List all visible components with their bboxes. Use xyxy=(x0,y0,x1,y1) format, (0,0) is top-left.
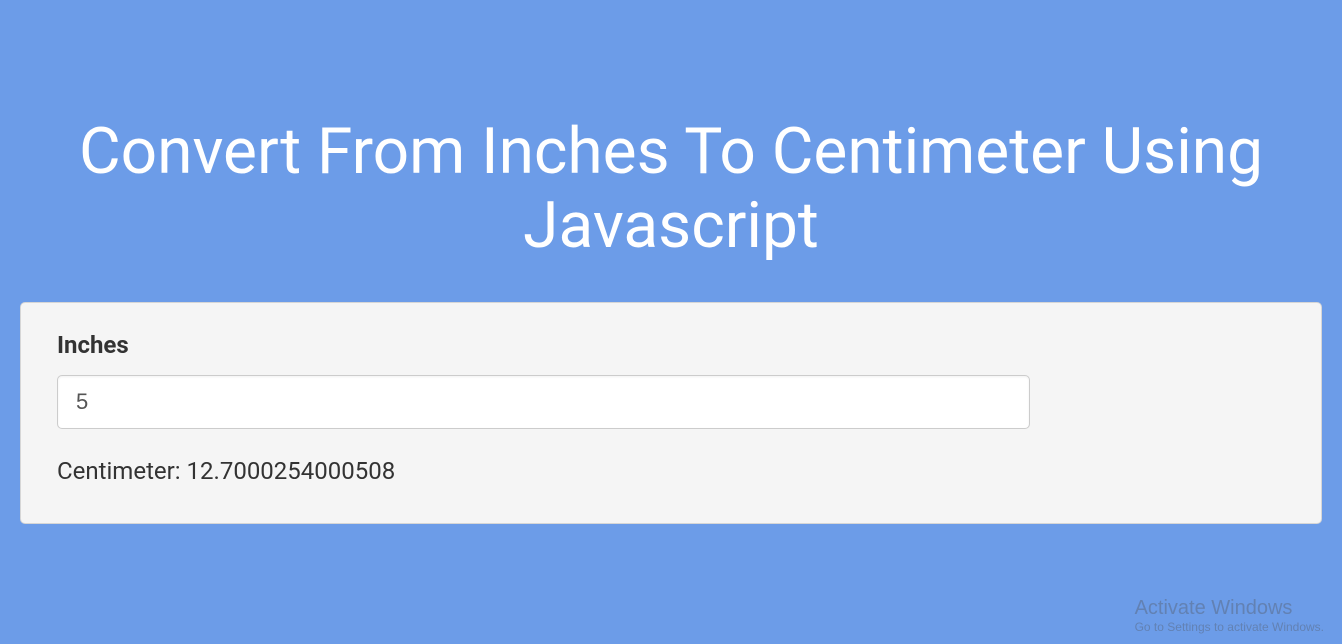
inches-label: Inches xyxy=(57,331,1285,359)
inches-input[interactable] xyxy=(57,375,1030,429)
watermark-title: Activate Windows xyxy=(1135,597,1324,620)
converter-card: Inches Centimeter: 12.7000254000508 xyxy=(20,302,1322,524)
windows-activation-watermark: Activate Windows Go to Settings to activ… xyxy=(1135,597,1324,634)
watermark-subtitle: Go to Settings to activate Windows. xyxy=(1135,620,1324,634)
centimeter-result: Centimeter: 12.7000254000508 xyxy=(57,457,1285,485)
page-title: Convert From Inches To Centimeter Using … xyxy=(0,0,1342,302)
